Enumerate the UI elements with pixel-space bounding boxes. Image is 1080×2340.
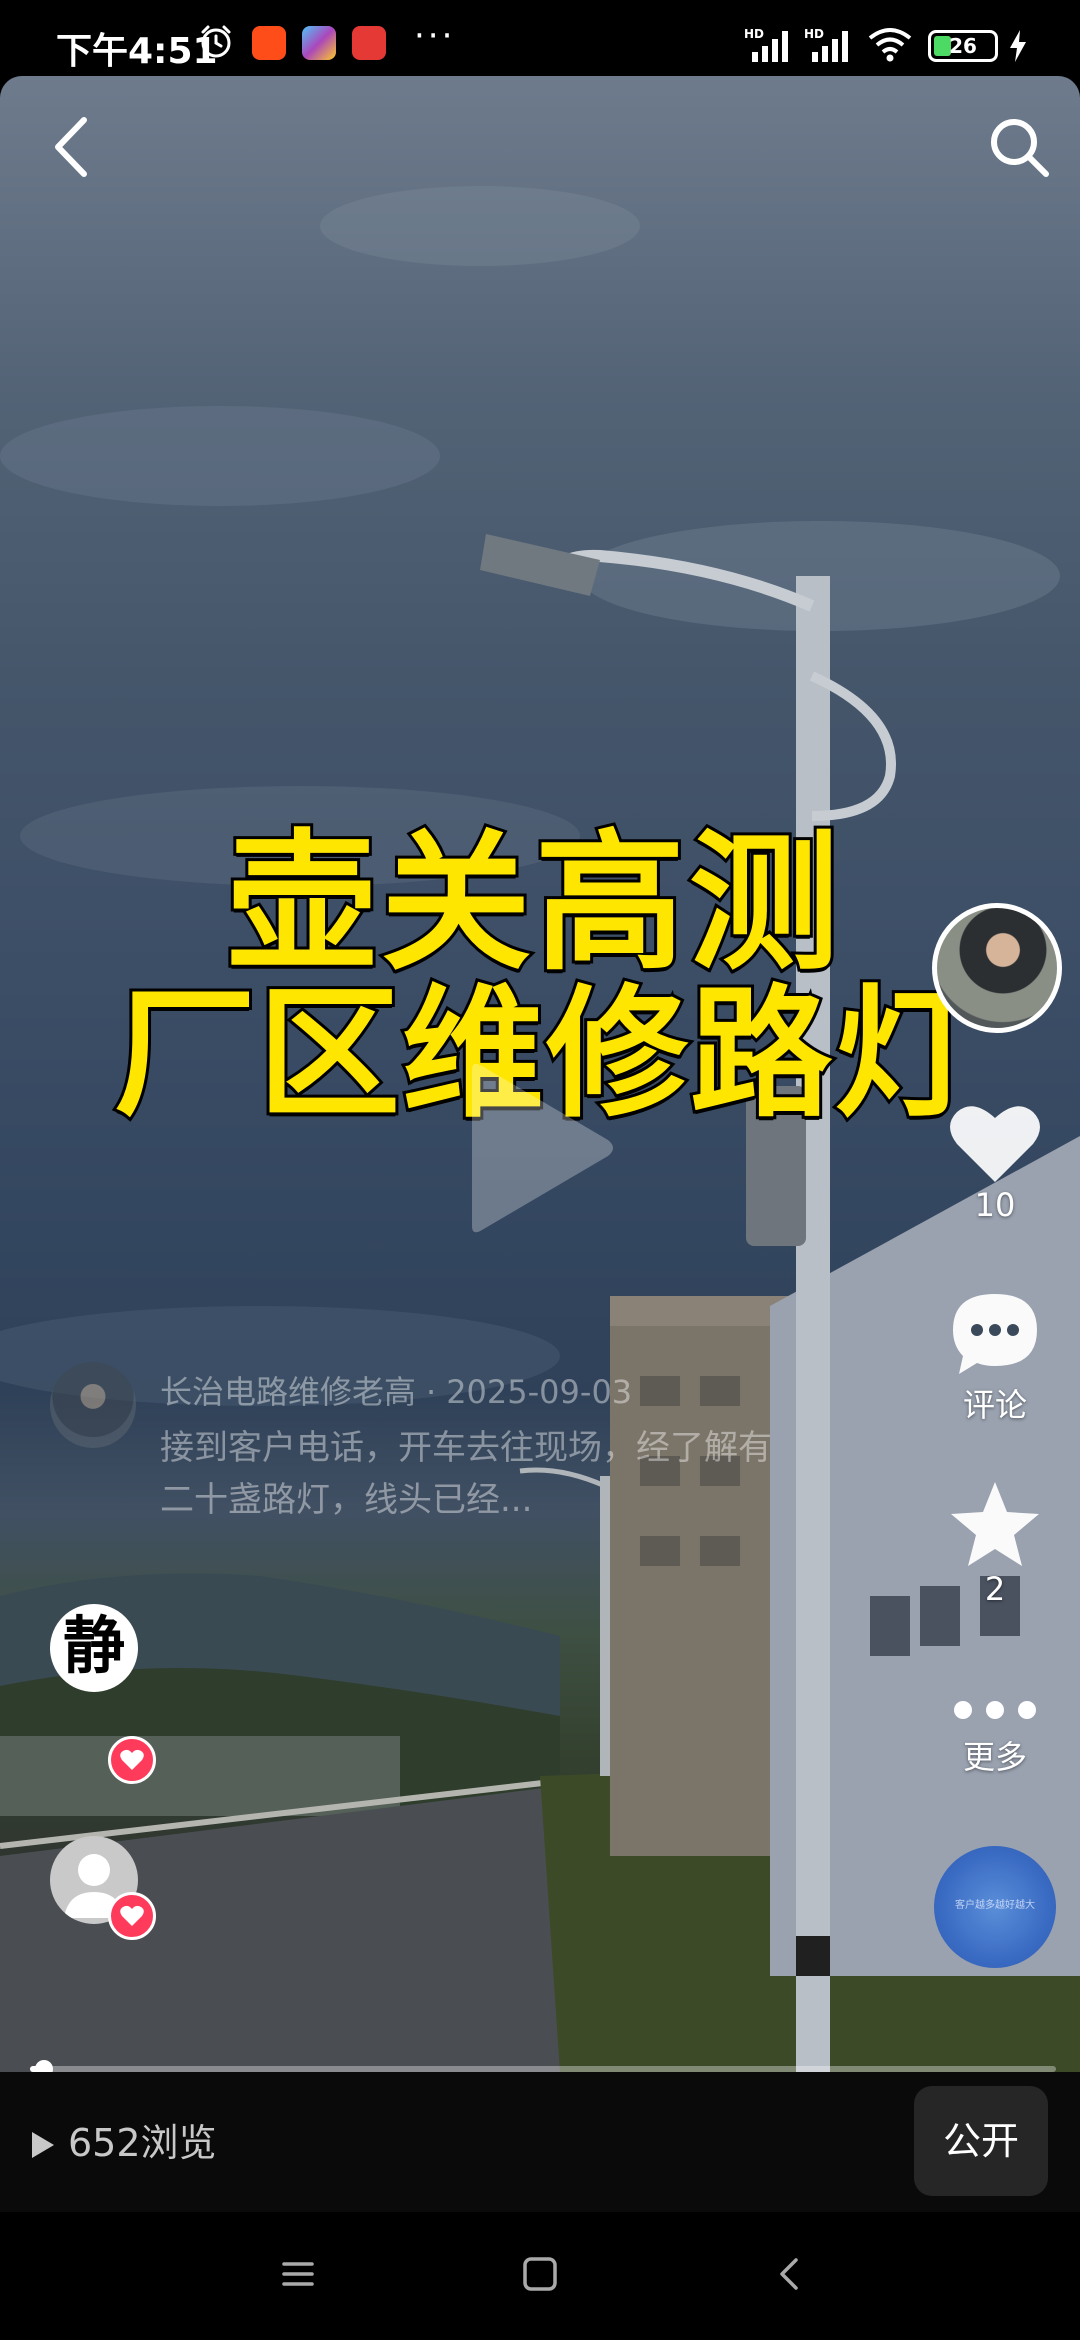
back-button[interactable]	[44, 112, 100, 182]
favorite-button[interactable]: 2	[930, 1480, 1060, 1608]
home-nav-icon[interactable]	[522, 2256, 558, 2292]
status-time: 下午4:51	[56, 31, 218, 72]
caption-block[interactable]: 长治电路维修老高 · 2025-09-03 接到客户电话，开车去往现场，经了解有二十…	[160, 1370, 790, 1526]
charging-icon	[1010, 30, 1026, 62]
comment-label: 评论	[962, 1386, 1027, 1424]
taobao-app-icon	[252, 26, 286, 60]
liker-avatar[interactable]: 静	[50, 1604, 138, 1692]
status-bar: 下午4:51 ··· HD HD 26	[0, 0, 1080, 76]
like-button[interactable]: 10	[930, 1100, 1060, 1224]
favorite-count: 2	[984, 1570, 1006, 1608]
signal-hd-label-2: HD	[804, 27, 824, 41]
like-count: 10	[974, 1186, 1016, 1224]
signal-hd-icon: HD	[744, 27, 788, 62]
video-player[interactable]: 壶关高测 厂区维修路灯	[0, 76, 1080, 2072]
liker-heart-badge	[108, 1892, 156, 1940]
view-count-text: 652浏览	[68, 2121, 217, 2165]
battery-level: 26	[949, 34, 977, 58]
heart-icon	[950, 1106, 1040, 1182]
system-navigation-bar	[0, 2212, 1080, 2340]
comment-bubble-icon	[953, 1294, 1037, 1374]
heart-icon	[120, 1749, 144, 1770]
public-button[interactable]: 公开	[914, 2086, 1048, 2196]
bottom-info-bar: 652浏览 公开	[0, 2072, 1080, 2212]
search-button[interactable]	[988, 116, 1050, 178]
caption-author-avatar[interactable]	[50, 1362, 136, 1448]
liker-avatar-char: 静	[62, 1609, 125, 1682]
alarm-icon	[201, 25, 231, 58]
signal-hd-label: HD	[744, 27, 764, 41]
view-count: 652浏览	[30, 2112, 217, 2167]
menu-nav-icon[interactable]	[280, 2256, 316, 2292]
back-nav-icon[interactable]	[772, 2256, 808, 2292]
author-avatar[interactable]	[932, 903, 1062, 1033]
battery-icon: 26	[928, 30, 998, 62]
heart-icon	[120, 1905, 144, 1926]
play-icon[interactable]	[462, 1060, 618, 1236]
caption-date: 2025-09-03	[446, 1373, 633, 1411]
liker-heart-badge	[108, 1736, 156, 1784]
more-button[interactable]: 更多	[930, 1690, 1060, 1778]
play-small-icon	[32, 2132, 54, 2158]
music-disc-text: 客户越多越好越大	[955, 1900, 1035, 1911]
more-dots-icon	[954, 1701, 1036, 1719]
star-icon	[951, 1482, 1039, 1566]
kan-app-icon	[352, 26, 386, 60]
caption-meta: 长治电路维修老高 · 2025-09-03	[160, 1373, 633, 1411]
music-disc[interactable]: 客户越多越好越大	[934, 1846, 1056, 1968]
wifi-icon	[868, 28, 912, 62]
more-label: 更多	[962, 1738, 1027, 1776]
caption-text: 接到客户电话，开车去往现场，经了解有二十盏路灯，线头已经...	[160, 1428, 772, 1520]
comment-button[interactable]: 评论	[930, 1290, 1060, 1426]
gallery-app-icon	[302, 26, 336, 60]
signal-hd-icon-2: HD	[804, 27, 848, 62]
caption-author: 长治电路维修老高	[160, 1373, 417, 1411]
more-notifications-icon: ···	[414, 16, 456, 56]
